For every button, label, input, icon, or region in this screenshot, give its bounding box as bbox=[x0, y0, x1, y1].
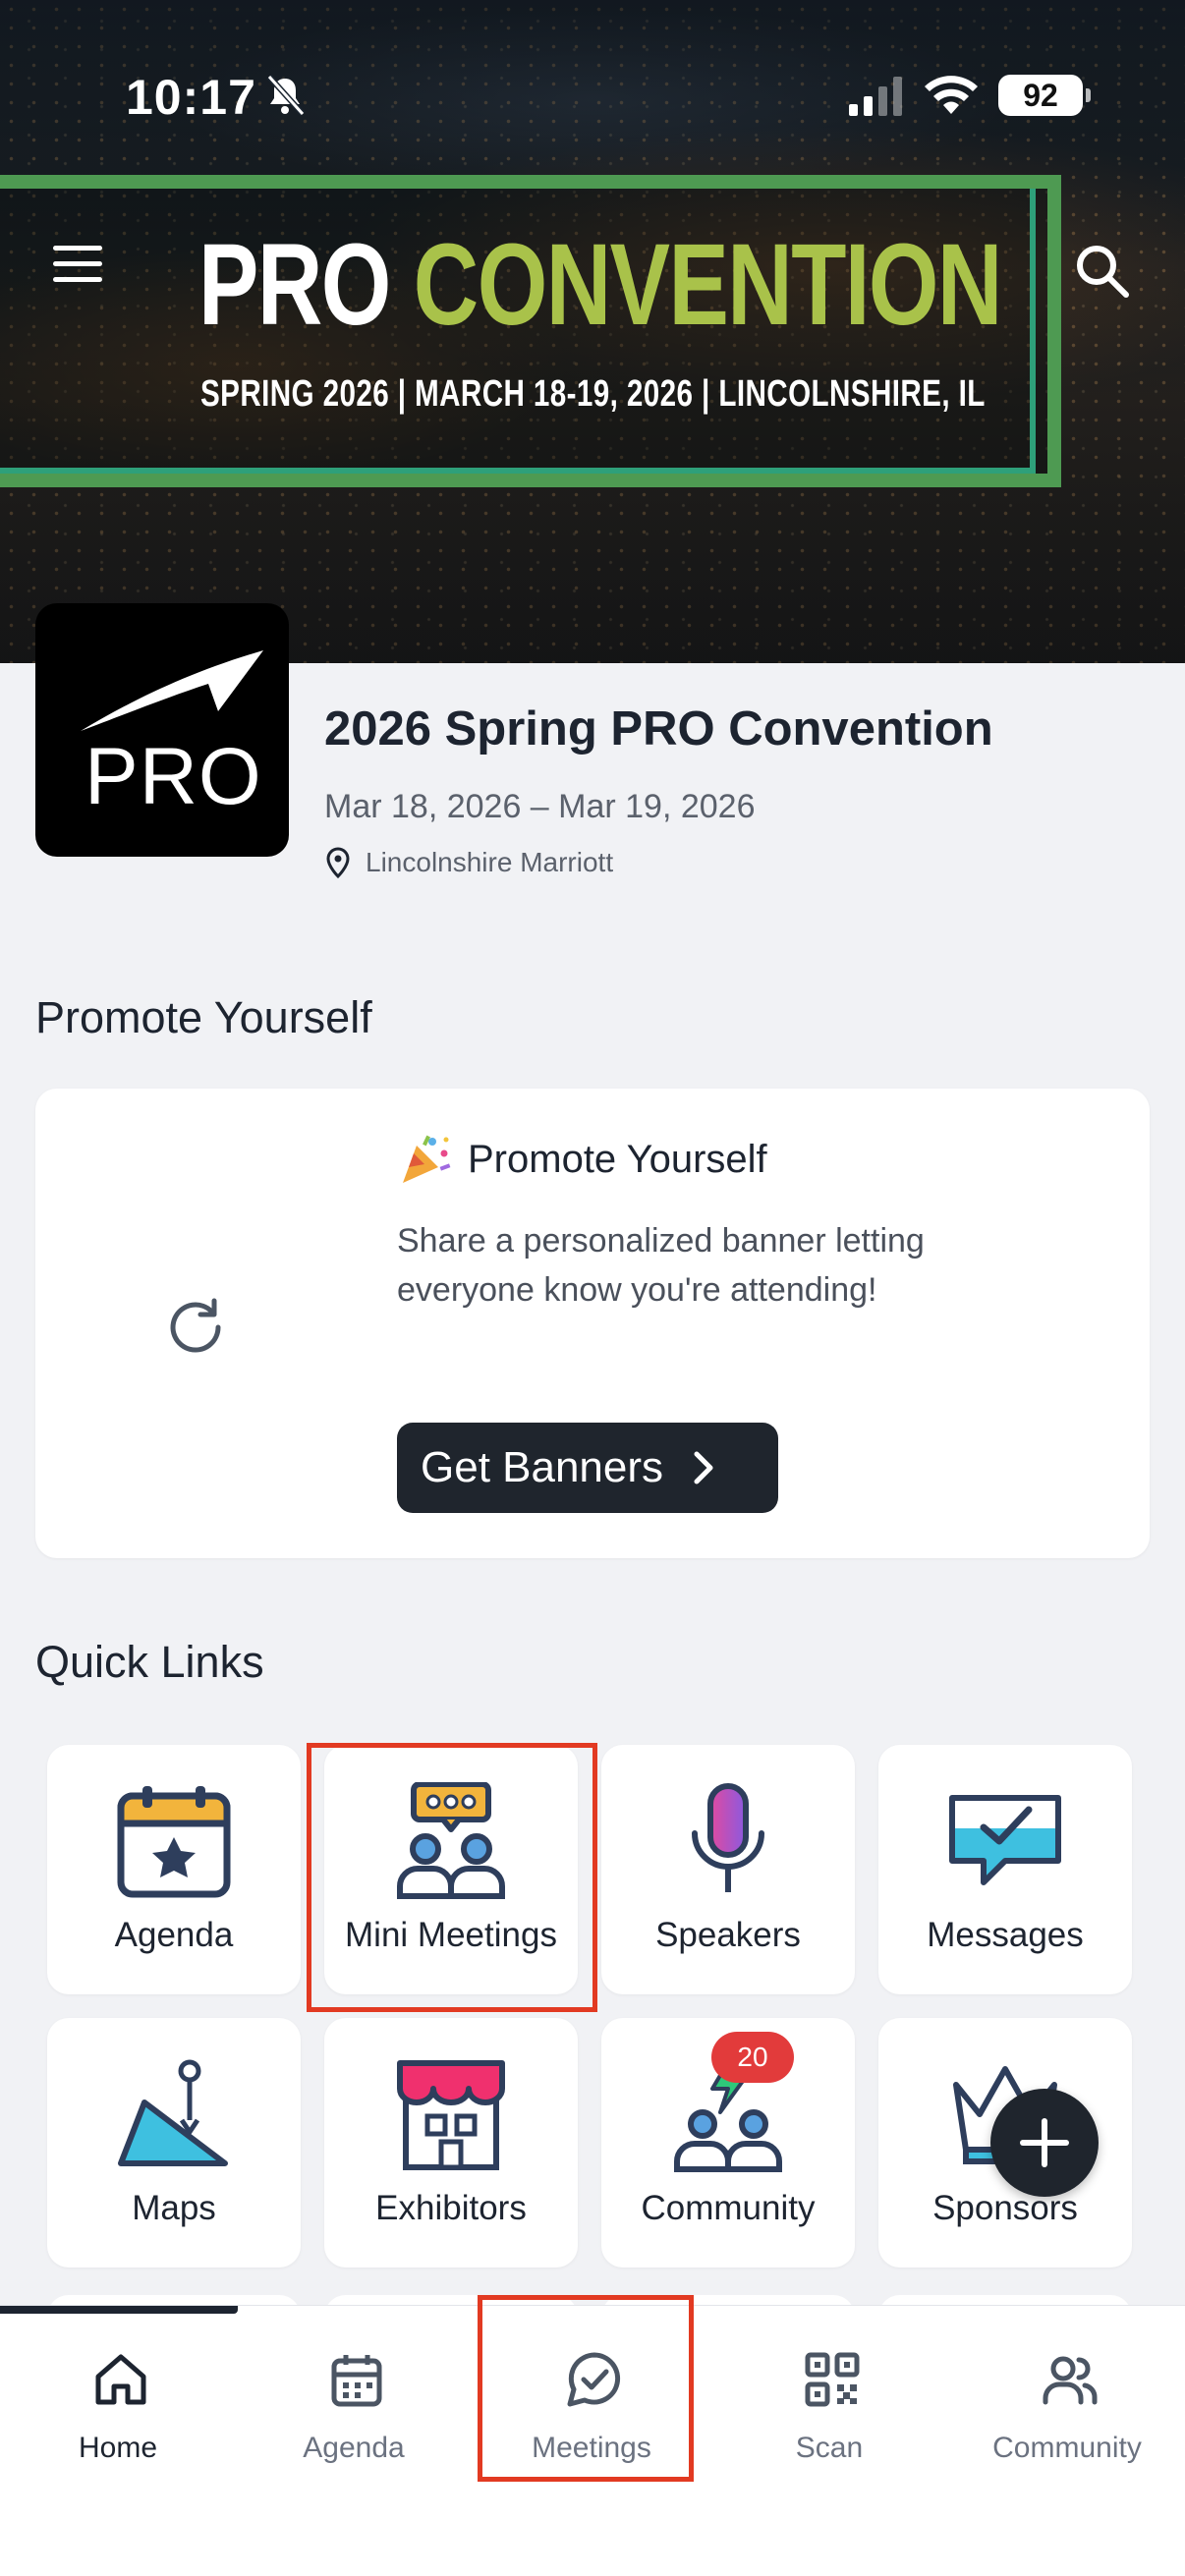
get-banners-button[interactable]: Get Banners bbox=[397, 1423, 778, 1513]
quick-link-agenda[interactable]: Agenda bbox=[47, 1745, 301, 1994]
highlight-mini-meetings bbox=[307, 1743, 597, 2012]
active-tab-indicator bbox=[0, 2306, 238, 2314]
event-location[interactable]: Lincolnshire Marriott bbox=[324, 847, 613, 878]
search-icon[interactable] bbox=[1073, 242, 1132, 301]
quick-link-label: Sponsors bbox=[932, 2189, 1078, 2227]
status-time: 10:17 bbox=[126, 70, 256, 125]
tab-label: Home bbox=[78, 2432, 158, 2464]
get-banners-label: Get Banners bbox=[421, 1443, 664, 1491]
banner-title-pro: PRO bbox=[198, 220, 391, 350]
promote-card: Promote Yourself Share a personalized ba… bbox=[35, 1089, 1150, 1558]
event-logo-text: PRO bbox=[85, 732, 262, 821]
qr-code-icon bbox=[805, 2352, 860, 2407]
silent-bell-icon bbox=[266, 74, 306, 117]
promote-card-title: Promote Yourself bbox=[468, 1137, 767, 1181]
tab-agenda[interactable]: Agenda bbox=[246, 2325, 462, 2522]
banner-title-convention: CONVENTION bbox=[413, 220, 1003, 350]
calendar-icon bbox=[331, 2355, 382, 2407]
chat-check-icon bbox=[949, 1795, 1061, 1885]
banner-title: PRO CONVENTION bbox=[198, 218, 1003, 352]
quick-link-label: Community bbox=[641, 2189, 816, 2227]
storefront-icon bbox=[397, 2060, 505, 2170]
tab-home[interactable]: Home bbox=[10, 2325, 226, 2522]
tab-label: Scan bbox=[795, 2432, 864, 2464]
promote-card-description: Share a personalized banner letting ever… bbox=[397, 1222, 925, 1309]
promote-card-header: Promote Yourself bbox=[397, 1132, 767, 1187]
quick-links-section-title: Quick Links bbox=[35, 1637, 264, 1687]
tab-scan[interactable]: Scan bbox=[721, 2325, 937, 2522]
event-title: 2026 Spring PRO Convention bbox=[324, 702, 993, 756]
quick-link-label: Maps bbox=[132, 2189, 216, 2227]
banner-subtitle: SPRING 2026 | MARCH 18-19, 2026 | LINCOL… bbox=[200, 373, 986, 415]
quick-link-label: Messages bbox=[927, 1916, 1084, 1954]
people-icon bbox=[1043, 2356, 1098, 2405]
highlight-meetings-tab bbox=[478, 2295, 694, 2482]
quick-link-label: Agenda bbox=[114, 1916, 234, 1954]
quick-link-label: Exhibitors bbox=[375, 2189, 527, 2227]
wifi-icon bbox=[925, 76, 978, 114]
community-count-badge: 20 bbox=[711, 2032, 794, 2083]
quick-link-exhibitors[interactable]: Exhibitors bbox=[324, 2018, 578, 2268]
microphone-icon bbox=[692, 1783, 764, 1892]
event-logo: PRO bbox=[35, 603, 289, 857]
tab-community[interactable]: Community bbox=[959, 2325, 1175, 2522]
chevron-right-icon bbox=[694, 1451, 713, 1484]
map-pin-icon bbox=[118, 2059, 228, 2166]
hamburger-menu-icon[interactable] bbox=[53, 246, 110, 289]
tab-label: Agenda bbox=[303, 2432, 405, 2464]
swoosh-icon bbox=[81, 650, 263, 731]
quick-link-messages[interactable]: Messages bbox=[878, 1745, 1132, 1994]
status-bar: 10:17 92 bbox=[0, 0, 1185, 196]
event-location-text: Lincolnshire Marriott bbox=[366, 847, 614, 877]
promote-section-title: Promote Yourself bbox=[35, 992, 372, 1042]
party-popper-icon bbox=[403, 1135, 451, 1183]
location-pin-icon bbox=[326, 847, 350, 878]
quick-link-label: Speakers bbox=[655, 1916, 801, 1954]
refresh-icon[interactable] bbox=[161, 1293, 230, 1362]
tab-label: Community bbox=[992, 2432, 1142, 2464]
cellular-signal-icon bbox=[849, 77, 902, 116]
add-fab-button[interactable] bbox=[990, 2089, 1099, 2197]
home-icon bbox=[95, 2354, 146, 2405]
event-dates: Mar 18, 2026 – Mar 19, 2026 bbox=[324, 788, 756, 825]
calendar-star-icon bbox=[117, 1786, 231, 1898]
battery-indicator: 92 bbox=[998, 75, 1091, 116]
quick-link-maps[interactable]: Maps bbox=[47, 2018, 301, 2268]
quick-link-speakers[interactable]: Speakers bbox=[601, 1745, 855, 1994]
